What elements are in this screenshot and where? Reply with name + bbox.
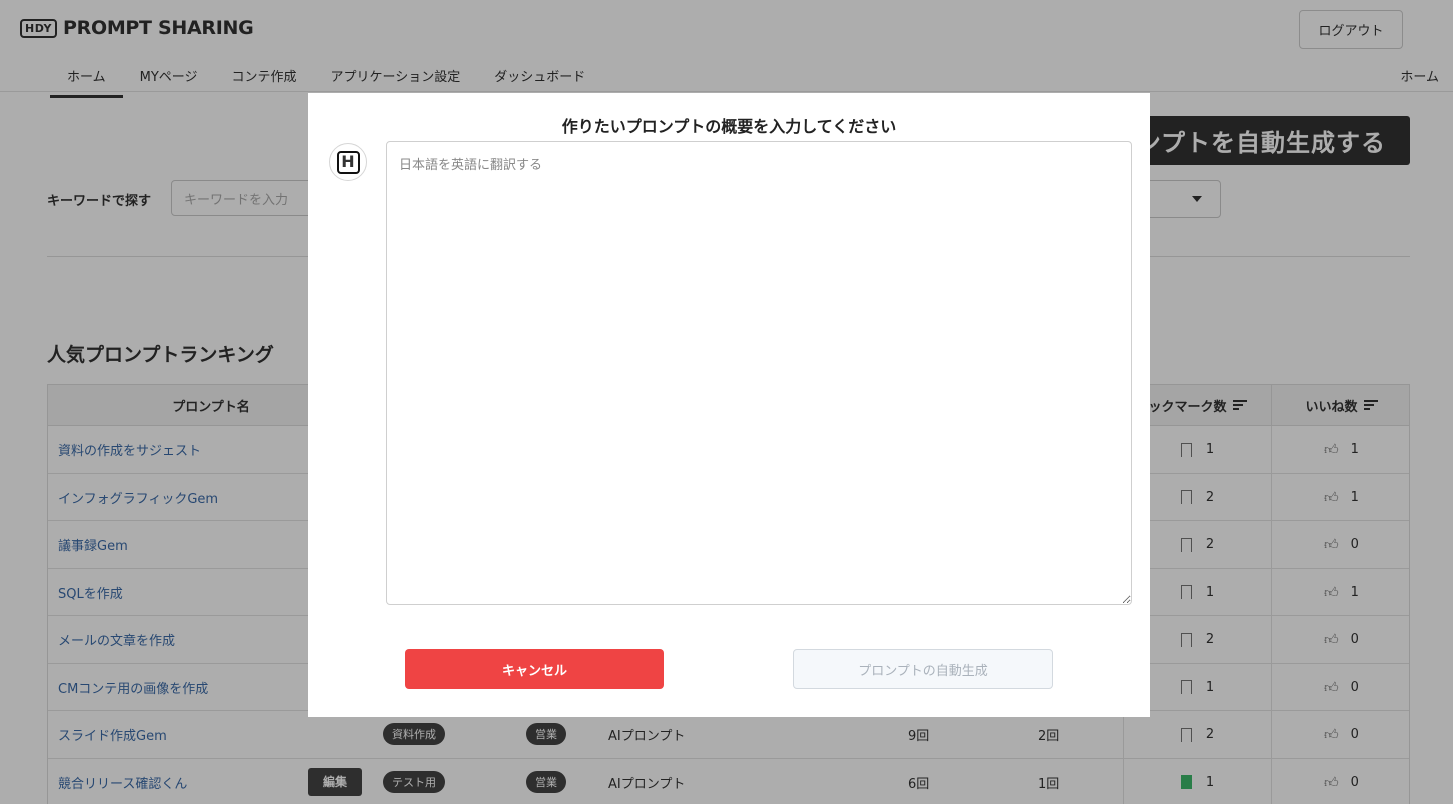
prompt-summary-input[interactable]: [386, 141, 1132, 605]
avatar: H: [329, 143, 367, 181]
avatar-letter: H: [336, 150, 360, 174]
modal-title: 作りたいプロンプトの概要を入力してください: [561, 117, 897, 136]
cancel-button[interactable]: キャンセル: [405, 649, 664, 689]
prompt-generate-modal: 作りたいプロンプトの概要を入力してください H キャンセル プロンプトの自動生成: [308, 93, 1150, 717]
generate-prompt-button[interactable]: プロンプトの自動生成: [793, 649, 1053, 689]
